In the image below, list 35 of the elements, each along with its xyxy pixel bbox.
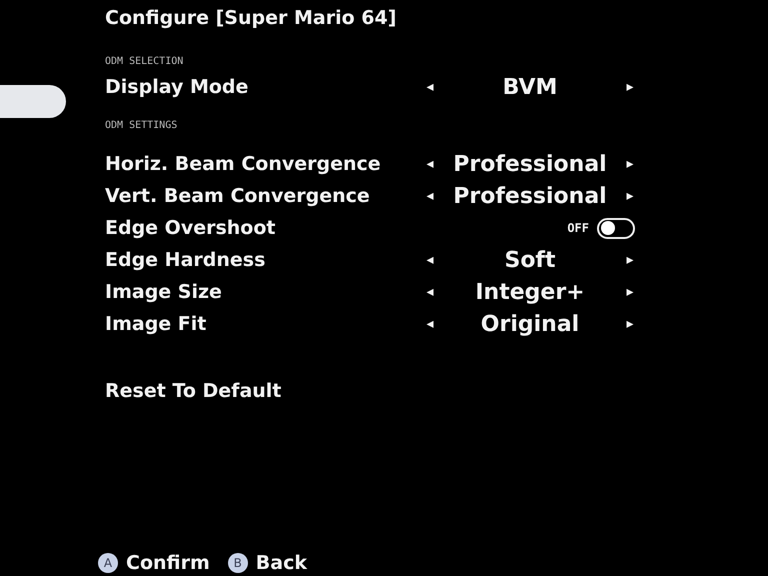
setting-value: Professional bbox=[452, 184, 608, 208]
setting-label[interactable]: Horiz. Beam Convergence bbox=[105, 153, 425, 175]
setting-value: Professional bbox=[452, 152, 608, 176]
controller-button-icon: B bbox=[228, 553, 248, 573]
screen-title: Configure [Super Mario 64] bbox=[105, 6, 398, 31]
right-arrow-icon[interactable]: ▸ bbox=[625, 252, 635, 268]
setting-label[interactable]: Image Size bbox=[105, 281, 425, 303]
setting-label[interactable]: Display Mode bbox=[105, 76, 425, 98]
hint-label: Confirm bbox=[126, 552, 210, 574]
left-arrow-icon[interactable]: ◂ bbox=[425, 284, 435, 300]
left-arrow-icon[interactable]: ◂ bbox=[425, 252, 435, 268]
left-arrow-icon[interactable]: ◂ bbox=[425, 79, 435, 95]
right-arrow-icon[interactable]: ▸ bbox=[625, 188, 635, 204]
left-arrow-icon[interactable]: ◂ bbox=[425, 188, 435, 204]
setting-label[interactable]: Edge Overshoot bbox=[105, 217, 425, 239]
left-arrow-icon[interactable]: ◂ bbox=[425, 316, 435, 332]
controller-button-icon: A bbox=[98, 553, 118, 573]
right-arrow-icon[interactable]: ▸ bbox=[625, 79, 635, 95]
setting-label[interactable]: Image Fit bbox=[105, 313, 425, 335]
right-arrow-icon[interactable]: ▸ bbox=[625, 284, 635, 300]
toggle-state: OFF bbox=[567, 221, 589, 235]
hint-label: Back bbox=[256, 552, 307, 574]
reset-button[interactable]: Reset To Default bbox=[105, 380, 282, 402]
setting-label[interactable]: Edge Hardness bbox=[105, 249, 425, 271]
setting-label[interactable]: Vert. Beam Convergence bbox=[105, 185, 425, 207]
section-heading: ODM SETTINGS bbox=[105, 119, 178, 133]
setting-value: Integer+ bbox=[474, 280, 586, 304]
right-arrow-icon[interactable]: ▸ bbox=[625, 156, 635, 172]
right-arrow-icon[interactable]: ▸ bbox=[625, 316, 635, 332]
setting-value: Soft bbox=[503, 248, 557, 272]
toggle-switch[interactable] bbox=[597, 218, 635, 238]
left-arrow-icon[interactable]: ◂ bbox=[425, 156, 435, 172]
setting-value: BVM bbox=[502, 74, 558, 100]
section-heading: ODM SELECTION bbox=[105, 55, 184, 69]
setting-value: Original bbox=[480, 312, 580, 336]
